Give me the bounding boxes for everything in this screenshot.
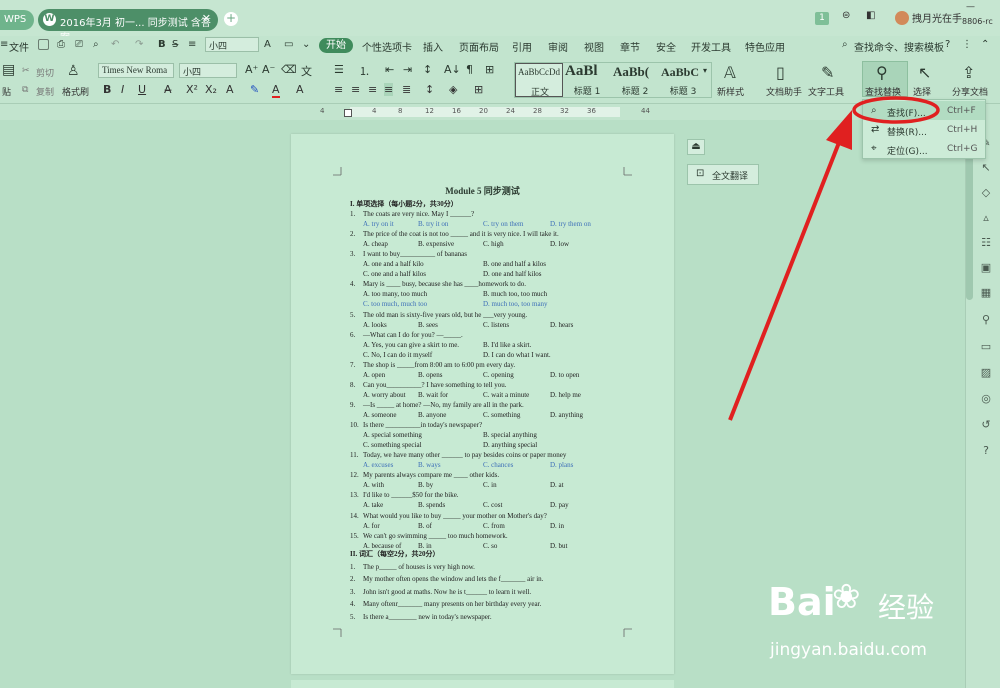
annotation-arrow-line (728, 139, 842, 421)
paw-icon: ❀ (832, 577, 861, 617)
annotation-ellipse (852, 96, 940, 124)
watermark-brand: Bai (768, 580, 836, 624)
annotation-arrowhead (826, 110, 852, 150)
watermark-url: jingyan.baidu.com (770, 640, 927, 660)
watermark-cn: 经验 (878, 591, 935, 624)
